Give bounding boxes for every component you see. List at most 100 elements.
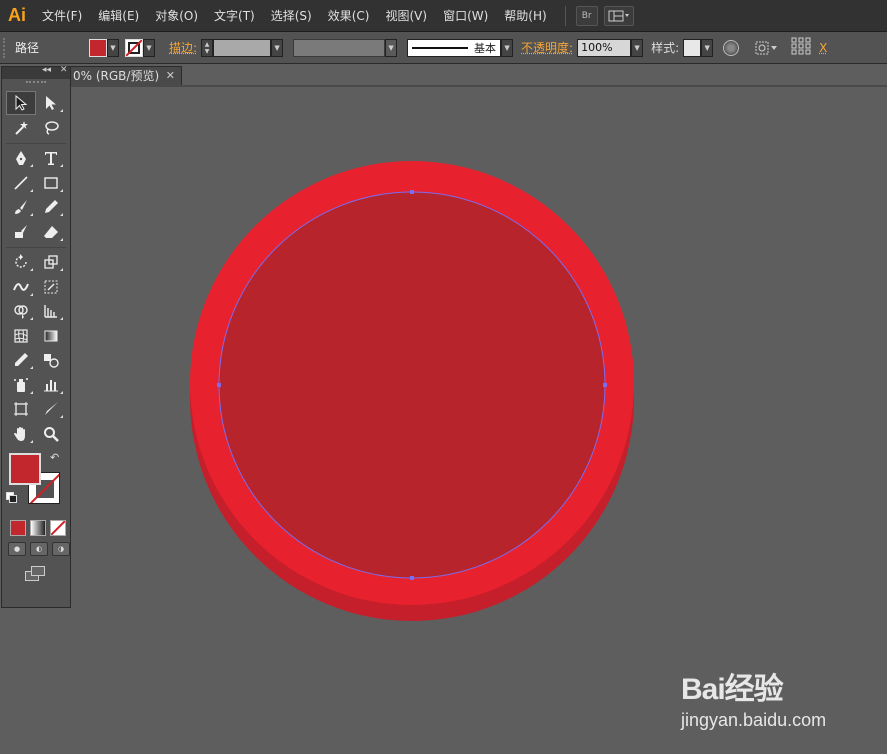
- menu-file[interactable]: 文件(F): [34, 0, 90, 32]
- eyedropper-icon: [15, 353, 28, 366]
- chevron-down-icon[interactable]: ▼: [107, 38, 119, 57]
- chevron-down-icon[interactable]: ▼: [143, 38, 155, 57]
- collapse-icon[interactable]: ◂◂: [42, 65, 51, 75]
- artboard-icon: [14, 402, 28, 416]
- close-icon[interactable]: ✕: [166, 67, 175, 85]
- menu-object[interactable]: 对象(O): [147, 0, 206, 32]
- selection-tool[interactable]: [6, 91, 36, 115]
- blob-brush-tool[interactable]: [6, 220, 36, 244]
- fill-color-box[interactable]: [9, 453, 41, 485]
- blend-tool[interactable]: [36, 348, 66, 372]
- magic-wand-tool[interactable]: [6, 116, 36, 140]
- rectangle-tool[interactable]: [36, 171, 66, 195]
- align-grid-icon[interactable]: [791, 37, 815, 58]
- hand-icon: [14, 426, 25, 441]
- free-transform-icon: [44, 280, 58, 293]
- isolate-group-icon[interactable]: [755, 41, 783, 55]
- blend-icon: [44, 354, 59, 368]
- menu-divider: [564, 5, 566, 26]
- chevron-down-icon[interactable]: ▼: [701, 38, 714, 57]
- chevron-down-icon[interactable]: ▼: [501, 38, 514, 57]
- swap-fill-stroke-icon[interactable]: ↶: [50, 451, 59, 464]
- anchor-point-bottom[interactable]: [410, 576, 414, 580]
- chevron-down-icon[interactable]: ▼: [385, 38, 398, 57]
- gradient-tool[interactable]: [36, 324, 66, 348]
- eraser-tool[interactable]: [36, 220, 66, 244]
- opacity-field[interactable]: 100%: [577, 38, 632, 57]
- menu-view[interactable]: 视图(V): [377, 0, 435, 32]
- tools-panel-header[interactable]: ◂◂ ✕: [2, 65, 70, 79]
- fill-color-dropdown[interactable]: ▼: [89, 38, 119, 57]
- gradient-mode-button[interactable]: [30, 520, 46, 536]
- menu-type[interactable]: 文字(T): [206, 0, 263, 32]
- opacity-label[interactable]: 不透明度:: [521, 39, 573, 56]
- zoom-tool[interactable]: [36, 422, 66, 446]
- chevron-down-icon[interactable]: ▼: [271, 38, 284, 57]
- chevron-down-icon[interactable]: ▼: [631, 38, 644, 57]
- stroke-color-dropdown[interactable]: ▼: [125, 38, 155, 57]
- menu-window[interactable]: 窗口(W): [435, 0, 496, 32]
- default-fill-stroke-icon[interactable]: [6, 492, 18, 504]
- line-segment-tool[interactable]: [6, 171, 36, 195]
- draw-inside-button[interactable]: ◑: [52, 542, 70, 556]
- stroke-label[interactable]: 描边:: [169, 39, 197, 56]
- workspace-switcher-button[interactable]: [603, 5, 634, 26]
- bridge-button[interactable]: Br: [575, 5, 598, 26]
- close-icon[interactable]: ✕: [60, 65, 68, 75]
- direct-select-arrow-icon: [46, 96, 56, 110]
- baidu-jingyan-watermark: Bai经验 jingyan.baidu.com: [676, 652, 876, 742]
- none-mode-button[interactable]: [50, 520, 66, 536]
- eyedropper-tool[interactable]: [6, 348, 36, 372]
- gradient-icon: [44, 330, 58, 341]
- shape-builder-tool[interactable]: [6, 299, 36, 323]
- type-tool[interactable]: [36, 146, 66, 170]
- rotate-tool[interactable]: [6, 250, 36, 274]
- lasso-tool[interactable]: [36, 116, 66, 140]
- anchor-point-top[interactable]: [410, 190, 414, 194]
- artboard-tool[interactable]: [6, 397, 36, 421]
- column-graph-tool[interactable]: [36, 373, 66, 397]
- color-mode-button[interactable]: [10, 520, 26, 536]
- control-bar: 路径 ▼ ▼ 描边: ▲ ▼ ▼ ▼ 基本 ▼ 不透明度: 100% ▼ 样式: …: [0, 32, 887, 64]
- variable-width-profile-field[interactable]: [293, 38, 386, 57]
- width-tool[interactable]: [6, 275, 36, 299]
- stroke-line-preview: [412, 46, 469, 49]
- pen-tool[interactable]: [6, 146, 36, 170]
- graphic-style-swatch[interactable]: [683, 38, 702, 57]
- slice-tool[interactable]: [36, 397, 66, 421]
- brush-definition-field[interactable]: 基本: [407, 38, 502, 57]
- scale-icon: [44, 255, 58, 269]
- draw-behind-button[interactable]: ◐: [30, 542, 48, 556]
- document-tab[interactable]: 0% (RGB/预览) ✕: [70, 66, 182, 86]
- scale-tool[interactable]: [36, 250, 66, 274]
- recolor-artwork-icon[interactable]: [723, 39, 740, 56]
- paintbrush-tool[interactable]: [6, 195, 36, 219]
- fill-swatch[interactable]: [89, 38, 107, 57]
- screen-mode-button[interactable]: [25, 566, 47, 582]
- menu-select[interactable]: 选择(S): [263, 0, 320, 32]
- x-coordinate-label[interactable]: X: [819, 41, 827, 55]
- inner-red-circle[interactable]: [219, 192, 605, 578]
- mesh-tool[interactable]: [6, 324, 36, 348]
- menu-help[interactable]: 帮助(H): [496, 0, 554, 32]
- menu-effect[interactable]: 效果(C): [320, 0, 378, 32]
- direct-selection-tool[interactable]: [36, 91, 66, 115]
- no-stroke-icon: [126, 39, 142, 56]
- stroke-weight-field[interactable]: [213, 38, 272, 57]
- symbol-sprayer-tool[interactable]: [6, 373, 36, 397]
- hand-tool[interactable]: [6, 422, 36, 446]
- watermark-logo: Bai经验: [681, 673, 784, 706]
- blob-brush-icon: [15, 224, 27, 238]
- anchor-point-left[interactable]: [217, 383, 221, 387]
- pencil-tool[interactable]: [36, 195, 66, 219]
- pen-nib-icon: [16, 151, 26, 165]
- stroke-none-swatch[interactable]: [125, 38, 143, 57]
- anchor-point-right[interactable]: [603, 383, 607, 387]
- arrow-cursor-icon: [15, 94, 28, 111]
- perspective-grid-tool[interactable]: [36, 299, 66, 323]
- tools-panel-grip[interactable]: [26, 81, 46, 89]
- menu-edit[interactable]: 编辑(E): [90, 0, 147, 32]
- draw-normal-button[interactable]: ●: [8, 542, 26, 556]
- free-transform-tool[interactable]: [36, 275, 66, 299]
- stroke-weight-stepper[interactable]: ▲ ▼: [201, 38, 214, 57]
